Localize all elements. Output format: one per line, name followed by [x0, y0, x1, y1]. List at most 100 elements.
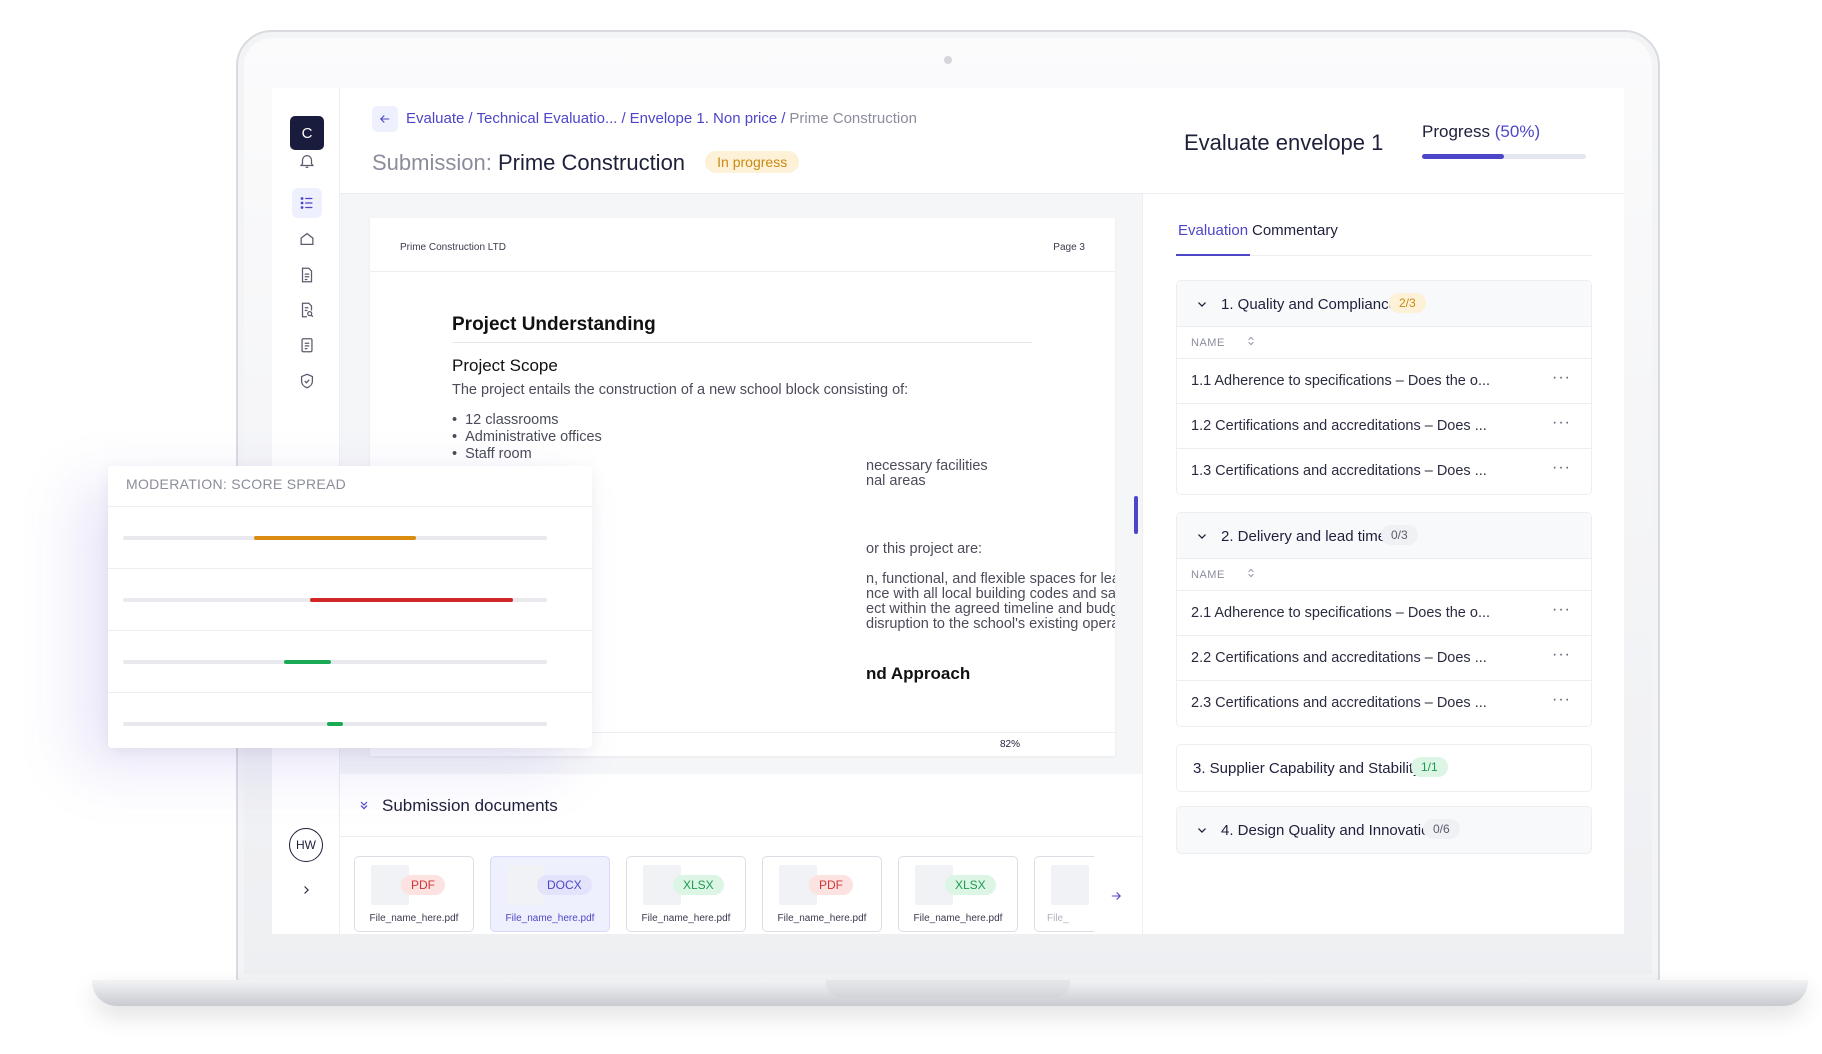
submission-documents-toggle[interactable]: Submission documents [358, 796, 558, 816]
criteria-row[interactable]: 2.3 Certifications and accreditations – … [1177, 681, 1591, 726]
name-column-label: NAME [1191, 337, 1225, 349]
sort-icon[interactable] [1245, 567, 1257, 582]
tab-evaluation[interactable]: Evaluation [1176, 222, 1251, 256]
file-card[interactable]: PDF File_name_here.pdf [762, 856, 882, 932]
score-spread-row[interactable] [108, 692, 592, 748]
section-header[interactable]: 4. Design Quality and Innovation 0/6 [1177, 807, 1591, 853]
arrow-right-icon[interactable] [1106, 886, 1126, 906]
file-thumbnail [1051, 865, 1089, 905]
chevron-right-icon[interactable] [296, 880, 316, 900]
more-options-icon[interactable]: ··· [1552, 414, 1571, 432]
chevron-double-down-icon [358, 799, 372, 814]
breadcrumb-evaluate[interactable]: Evaluate [406, 110, 464, 127]
document-intro: The project entails the construction of … [452, 382, 909, 398]
divider [340, 836, 1143, 837]
score-spread-track [123, 660, 547, 664]
document-objective: disruption to the school's existing oper… [866, 616, 1115, 632]
criteria-row[interactable]: 2.1 Adherence to specifications – Does t… [1177, 591, 1591, 636]
file-type-badge: XLSX [945, 875, 996, 895]
criteria-section: 3. Supplier Capability and Stability 1/1 [1176, 744, 1592, 792]
criteria-section: 1. Quality and Compliance 2/3 NAME 1.1 A… [1176, 280, 1592, 495]
section-header[interactable]: 1. Quality and Compliance 2/3 [1177, 281, 1591, 327]
user-avatar[interactable]: HW [289, 828, 323, 862]
criteria-name: 1.3 Certifications and accreditations – … [1191, 463, 1487, 479]
breadcrumb-envelope[interactable]: Envelope 1. Non price [630, 110, 778, 127]
section-title: 2. Delivery and lead time [1221, 528, 1387, 545]
score-spread-row[interactable] [108, 506, 592, 568]
clipboard-icon[interactable] [292, 330, 322, 360]
breadcrumb-separator: / [621, 110, 626, 127]
camera-dot [944, 56, 952, 64]
moderation-title: MODERATION: SCORE SPREAD [126, 476, 347, 492]
app-logo[interactable]: C [290, 116, 324, 150]
evaluation-panel: Evaluation Commentary 1. Quality and Com… [1144, 194, 1624, 934]
document-page-number: Page 3 [1053, 242, 1085, 253]
page-header: Evaluate / Technical Evaluatio... / Envelope… [340, 88, 1624, 194]
criteria-row[interactable]: 1.1 Adherence to specifications – Does t… [1177, 359, 1591, 404]
list-icon[interactable] [292, 188, 322, 218]
progress-bar [1422, 154, 1586, 159]
tab-commentary[interactable]: Commentary [1252, 222, 1338, 256]
progress-percent: (50%) [1494, 122, 1541, 141]
file-card[interactable]: File_ [1034, 856, 1094, 932]
chevron-down-icon [1198, 534, 1206, 539]
section-title: 1. Quality and Compliance [1221, 296, 1397, 313]
chevron-down-icon [1198, 302, 1206, 307]
score-spread-row[interactable] [108, 568, 592, 630]
file-card[interactable]: PDF File_name_here.pdf [354, 856, 474, 932]
more-options-icon[interactable]: ··· [1552, 646, 1571, 664]
file-type-badge: XLSX [673, 875, 724, 895]
submission-documents-title: Submission documents [382, 796, 558, 815]
laptop-notch [826, 980, 1070, 998]
file-name: File_name_here.pdf [777, 913, 867, 924]
document-search-icon[interactable] [292, 295, 322, 325]
criteria-row[interactable]: 2.2 Certifications and accreditations – … [1177, 636, 1591, 681]
more-options-icon[interactable]: ··· [1552, 601, 1571, 619]
criteria-row[interactable]: 1.3 Certifications and accreditations – … [1177, 449, 1591, 494]
document-objectives-intro: or this project are: [866, 541, 983, 557]
score-spread-range [254, 536, 416, 540]
document-objective: ect within the agreed timeline and budge… [866, 601, 1115, 617]
score-spread-row[interactable] [108, 630, 592, 692]
submission-prefix: Submission: [372, 150, 492, 175]
document-partial-line: nal areas [866, 473, 926, 489]
shield-icon[interactable] [292, 366, 322, 396]
bell-icon[interactable] [292, 146, 322, 176]
section-count-badge: 0/3 [1381, 525, 1418, 545]
status-badge: In progress [705, 151, 800, 173]
chevron-down-icon [1198, 828, 1206, 833]
progress-label: Progress (50%) [1422, 122, 1540, 142]
document-company: Prime Construction LTD [400, 242, 506, 253]
list-item: Staff room [452, 446, 602, 463]
breadcrumb-technical-evaluation[interactable]: Technical Evaluatio... [477, 110, 618, 127]
file-name: File_name_here.pdf [369, 913, 459, 924]
more-options-icon[interactable]: ··· [1552, 691, 1571, 709]
home-icon[interactable] [292, 224, 322, 254]
back-button[interactable] [372, 106, 398, 132]
criteria-row[interactable]: 1.2 Certifications and accreditations – … [1177, 404, 1591, 449]
file-card[interactable]: XLSX File_name_here.pdf [898, 856, 1018, 932]
file-name: File_name_here.pdf [913, 913, 1003, 924]
progress-bar-fill [1422, 154, 1504, 159]
file-type-badge: PDF [401, 875, 445, 895]
document-icon[interactable] [292, 260, 322, 290]
sort-icon[interactable] [1245, 335, 1257, 350]
evaluation-title: Evaluate envelope 1 [1184, 130, 1384, 155]
file-card[interactable]: DOCX File_name_here.pdf [490, 856, 610, 932]
criteria-name: 2.1 Adherence to specifications – Does t… [1191, 605, 1491, 621]
document-scrollbar[interactable] [1134, 496, 1138, 534]
file-card[interactable]: XLSX File_name_here.pdf [626, 856, 746, 932]
section-header[interactable]: 2. Delivery and lead time 0/3 [1177, 513, 1591, 559]
section-title: 4. Design Quality and Innovation [1221, 822, 1438, 839]
section-header[interactable]: 3. Supplier Capability and Stability 1/1 [1177, 745, 1591, 791]
breadcrumb: Evaluate / Technical Evaluatio... / Envelope… [406, 110, 917, 127]
criteria-name: 1.2 Certifications and accreditations – … [1191, 418, 1487, 434]
criteria-name: 2.2 Certifications and accreditations – … [1191, 650, 1487, 666]
score-spread-track [123, 722, 547, 726]
document-heading: Project Understanding [452, 314, 656, 335]
more-options-icon[interactable]: ··· [1552, 369, 1571, 387]
panel-tabs: Evaluation Commentary [1176, 222, 1592, 256]
more-options-icon[interactable]: ··· [1552, 459, 1571, 477]
document-objective: n, functional, and flexible spaces for l… [866, 571, 1115, 587]
file-type-badge: DOCX [537, 875, 592, 895]
